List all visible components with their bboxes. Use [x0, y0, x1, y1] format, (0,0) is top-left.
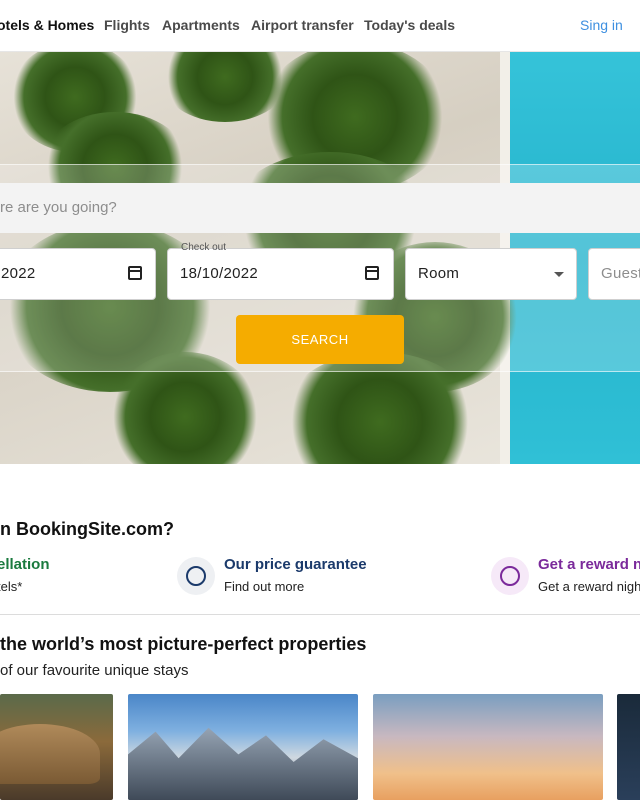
mountains-image: [128, 727, 358, 800]
why-section-title: n BookingSite.com?: [0, 519, 175, 539]
sign-in-link[interactable]: Sing in: [580, 17, 623, 33]
property-card-mountains[interactable]: [128, 694, 358, 800]
nav-todays-deals[interactable]: Today's deals: [364, 17, 455, 33]
section-divider: [0, 614, 640, 615]
benefit-cancellation-title: ellation: [0, 556, 50, 573]
property-card-hut[interactable]: [0, 694, 113, 800]
guests-field[interactable]: Guest: [588, 248, 640, 300]
benefit-price-guarantee-link[interactable]: Find out more: [224, 579, 304, 594]
property-card-sunset[interactable]: [373, 694, 603, 800]
benefit-cancellation-subtitle: tels*: [0, 579, 23, 594]
destination-placeholder: re are you going?: [0, 199, 117, 216]
guests-placeholder: Guest: [601, 265, 640, 282]
nav-apartments[interactable]: Apartments: [162, 17, 240, 33]
room-select[interactable]: Room: [405, 248, 577, 300]
nav-flights[interactable]: Flights: [104, 17, 150, 33]
check-out-value: 18/10/2022: [180, 265, 259, 282]
info-icon: [186, 566, 206, 586]
info-icon: [500, 566, 520, 586]
price-guarantee-badge: [177, 557, 215, 595]
properties-section-title: the world’s most picture-perfect propert…: [0, 634, 367, 654]
benefit-reward-title: Get a reward n: [538, 556, 640, 573]
top-navigation: otels & Homes Flights Apartments Airport…: [0, 0, 640, 52]
benefit-price-guarantee-title: Our price guarantee: [224, 556, 367, 573]
destination-input[interactable]: re are you going?: [0, 183, 640, 233]
search-button[interactable]: SEARCH: [236, 315, 404, 364]
properties-section-subtitle: of our favourite unique stays: [0, 662, 189, 679]
calendar-icon[interactable]: [128, 266, 142, 280]
check-out-field[interactable]: 18/10/2022: [167, 248, 394, 300]
property-card-partial[interactable]: [617, 694, 640, 800]
nav-airport-transfer[interactable]: Airport transfer: [251, 17, 354, 33]
check-in-value: 2022: [1, 265, 36, 282]
check-out-label: Check out: [181, 242, 227, 253]
thatched-hut-image: [0, 724, 100, 784]
nav-hotels-homes[interactable]: otels & Homes: [0, 17, 94, 33]
calendar-icon[interactable]: [365, 266, 379, 280]
reward-badge: [491, 557, 529, 595]
room-select-value: Room: [418, 265, 460, 282]
check-in-field[interactable]: 2022: [0, 248, 156, 300]
chevron-down-icon: [554, 272, 564, 277]
benefit-reward-subtitle: Get a reward nigh: [538, 579, 640, 594]
